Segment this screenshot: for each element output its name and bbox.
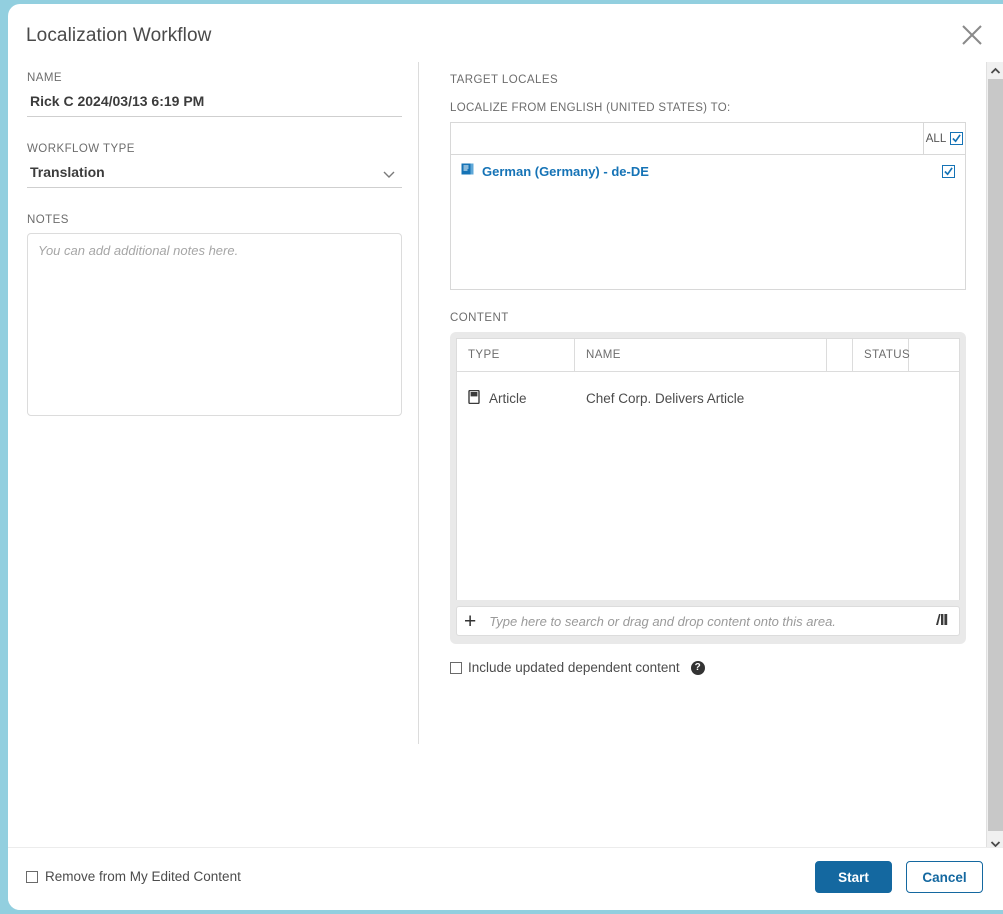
name-field-group: NAME <box>27 72 402 117</box>
start-button[interactable]: Start <box>815 861 892 893</box>
column-header-blank-1 <box>827 339 853 371</box>
left-form-column: NAME WORKFLOW TYPE NOTES <box>27 72 402 447</box>
column-header-type[interactable]: TYPE <box>457 339 575 371</box>
column-header-status[interactable]: STATUS <box>853 339 909 371</box>
all-label: ALL <box>926 133 946 145</box>
close-icon[interactable] <box>955 18 989 52</box>
list-item[interactable]: German (Germany) - de-DE <box>451 158 965 184</box>
workflow-type-select[interactable] <box>27 162 402 188</box>
column-divider <box>418 62 419 744</box>
include-dependent-checkbox[interactable] <box>450 662 462 674</box>
article-icon <box>468 390 480 407</box>
include-dependent-row: Include updated dependent content ? <box>450 660 966 675</box>
all-locales-cell[interactable]: ALL <box>923 123 965 154</box>
locales-header-row: ALL <box>451 123 965 155</box>
content-search-bar[interactable]: + <box>456 606 960 636</box>
content-panel: TYPE NAME STATUS <box>450 332 966 644</box>
content-table: TYPE NAME STATUS <box>456 338 960 600</box>
workflow-type-label: WORKFLOW TYPE <box>27 143 402 155</box>
locale-name: German (Germany) - de-DE <box>482 164 942 179</box>
content-table-header: TYPE NAME STATUS <box>457 339 959 372</box>
column-header-name[interactable]: NAME <box>575 339 827 371</box>
content-label: CONTENT <box>450 312 966 324</box>
remove-from-edited-checkbox[interactable] <box>26 871 38 883</box>
include-dependent-label: Include updated dependent content <box>468 660 680 675</box>
library-icon[interactable] <box>934 612 950 631</box>
table-row[interactable]: Article Chef Corp. Delivers Article <box>457 372 959 424</box>
row-type-label: Article <box>489 391 527 406</box>
locale-checkbox[interactable] <box>942 165 955 178</box>
row-type-cell: Article <box>457 390 575 407</box>
right-panel: TARGET LOCALES LOCALIZE FROM ENGLISH (UN… <box>450 74 966 675</box>
plus-icon[interactable]: + <box>464 611 476 632</box>
notes-textarea[interactable] <box>27 233 402 416</box>
localize-from-label: LOCALIZE FROM ENGLISH (UNITED STATES) TO… <box>450 102 966 114</box>
locale-document-icon <box>461 162 475 181</box>
notes-label: NOTES <box>27 214 402 226</box>
notes-group: NOTES <box>27 214 402 421</box>
cancel-button[interactable]: Cancel <box>906 861 983 893</box>
column-header-blank-2 <box>909 339 959 371</box>
remove-from-edited-row: Remove from My Edited Content <box>26 869 241 884</box>
page-title: Localization Workflow <box>26 25 212 47</box>
footer-buttons: Start Cancel <box>815 861 983 893</box>
name-label: NAME <box>27 72 402 84</box>
remove-from-edited-label: Remove from My Edited Content <box>45 869 241 884</box>
content-table-body: Article Chef Corp. Delivers Article <box>457 372 959 600</box>
all-locales-checkbox[interactable] <box>950 132 963 145</box>
content-search-input[interactable] <box>487 613 934 630</box>
target-locales-label: TARGET LOCALES <box>450 74 966 86</box>
localization-workflow-dialog: Localization Workflow NAME WORKFLOW TYPE… <box>8 4 1003 910</box>
help-icon[interactable]: ? <box>691 661 705 675</box>
chevron-up-icon[interactable] <box>987 62 1003 79</box>
row-name-cell: Chef Corp. Delivers Article <box>575 391 827 406</box>
locales-list: German (Germany) - de-DE <box>451 158 965 289</box>
name-input[interactable] <box>27 91 402 117</box>
workflow-type-group: WORKFLOW TYPE <box>27 143 402 188</box>
target-locales-box: ALL German (Germany) - de-DE <box>450 122 966 290</box>
dialog-footer: Remove from My Edited Content Start Canc… <box>8 847 1003 910</box>
scrollbar-thumb[interactable] <box>988 79 1003 831</box>
scrollbar[interactable] <box>986 62 1003 852</box>
